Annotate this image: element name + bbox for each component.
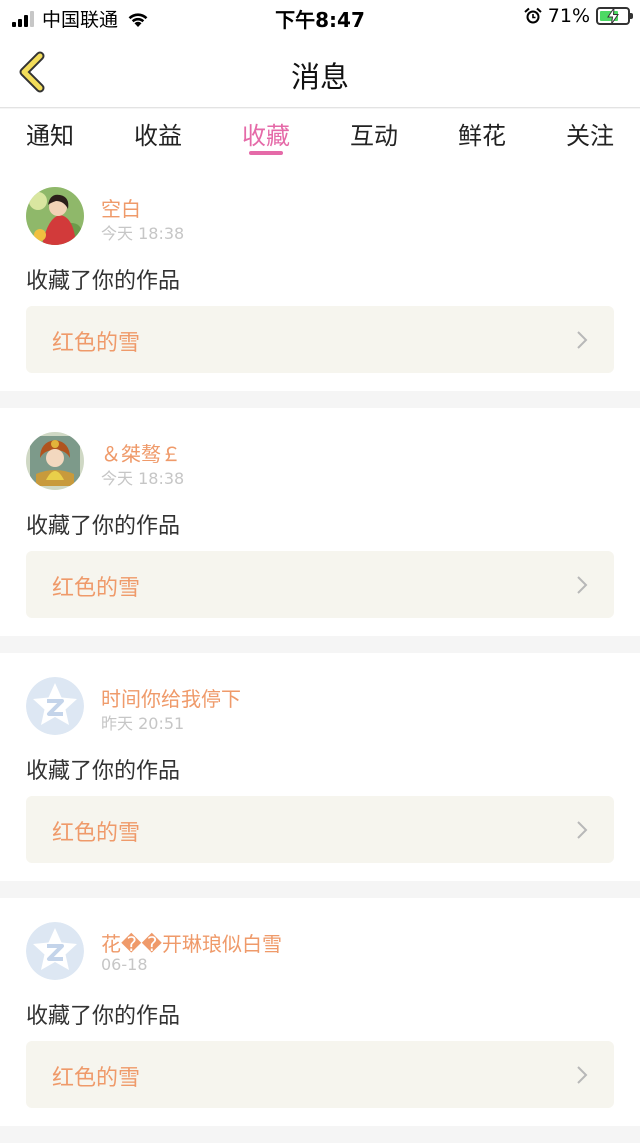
tab-interactions[interactable]: 互动 bbox=[350, 109, 398, 169]
username[interactable]: ＆桀骜￡ bbox=[101, 438, 181, 467]
action-text: 收藏了你的作品 bbox=[26, 269, 181, 294]
timestamp: 06-18 bbox=[101, 955, 148, 974]
action-text: 收藏了你的作品 bbox=[26, 1004, 181, 1029]
tab-label: 互动 bbox=[350, 122, 398, 150]
timestamp: 今天 18:38 bbox=[101, 224, 185, 243]
work-title: 红色的雪 bbox=[52, 576, 141, 601]
username[interactable]: 空白 bbox=[101, 193, 141, 222]
tab-label: 鲜花 bbox=[458, 122, 506, 150]
timestamp: 昨天 20:51 bbox=[101, 714, 185, 733]
notification-card: 空白 今天 18:38 收藏了你的作品 红色的雪 bbox=[0, 163, 640, 391]
tab-underline bbox=[249, 151, 283, 155]
charging-bolt-icon bbox=[607, 8, 619, 24]
work-link[interactable]: 红色的雪 bbox=[26, 796, 614, 863]
username[interactable]: 花��开琳琅似白雪 bbox=[101, 928, 282, 957]
work-title: 红色的雪 bbox=[52, 821, 141, 846]
tab-notifications[interactable]: 通知 bbox=[26, 109, 74, 169]
tab-favorites[interactable]: 收藏 bbox=[242, 109, 290, 169]
action-text: 收藏了你的作品 bbox=[26, 514, 181, 539]
chevron-right-icon bbox=[577, 821, 588, 839]
work-link[interactable]: 红色的雪 bbox=[26, 306, 614, 373]
user-avatar[interactable] bbox=[26, 187, 84, 245]
tab-flowers[interactable]: 鲜花 bbox=[458, 109, 506, 169]
work-link[interactable]: 红色的雪 bbox=[26, 1041, 614, 1108]
alarm-icon bbox=[524, 7, 542, 24]
notification-card: 花��开琳琅似白雪 06-18 收藏了你的作品 红色的雪 bbox=[0, 898, 640, 1126]
status-right: 71% bbox=[524, 5, 633, 27]
battery-percent: 71% bbox=[547, 5, 590, 27]
tab-bar: 通知 收益 收藏 互动 鲜花 关注 bbox=[0, 109, 640, 169]
timestamp: 今天 18:38 bbox=[101, 469, 185, 488]
tab-label: 关注 bbox=[566, 122, 614, 150]
default-avatar-icon[interactable] bbox=[26, 677, 84, 735]
work-link[interactable]: 红色的雪 bbox=[26, 551, 614, 618]
default-avatar-icon[interactable] bbox=[26, 922, 84, 980]
status-bar: 中国联通 下午8:47 71% bbox=[0, 0, 640, 34]
chevron-right-icon bbox=[577, 576, 588, 594]
work-title: 红色的雪 bbox=[52, 331, 141, 356]
page-title: 消息 bbox=[290, 60, 349, 94]
notification-list: 空白 今天 18:38 收藏了你的作品 红色的雪 ＆桀骜￡ 今天 18:38 收… bbox=[0, 163, 640, 1143]
username[interactable]: 时间你给我停下 bbox=[101, 683, 241, 712]
nav-bar: 消息 bbox=[0, 34, 640, 108]
tab-earnings[interactable]: 收益 bbox=[134, 109, 182, 169]
battery-icon bbox=[596, 7, 633, 25]
tab-label: 通知 bbox=[26, 122, 74, 150]
work-title: 红色的雪 bbox=[52, 1066, 141, 1091]
chevron-right-icon bbox=[577, 331, 588, 349]
tab-label: 收藏 bbox=[242, 122, 290, 150]
chevron-right-icon bbox=[577, 1066, 588, 1084]
tab-follows[interactable]: 关注 bbox=[566, 109, 614, 169]
notification-card: 时间你给我停下 昨天 20:51 收藏了你的作品 红色的雪 bbox=[0, 653, 640, 881]
user-avatar[interactable] bbox=[26, 432, 84, 490]
notification-card: ＆桀骜￡ 今天 18:38 收藏了你的作品 红色的雪 bbox=[0, 408, 640, 636]
tab-label: 收益 bbox=[134, 122, 182, 150]
action-text: 收藏了你的作品 bbox=[26, 759, 181, 784]
